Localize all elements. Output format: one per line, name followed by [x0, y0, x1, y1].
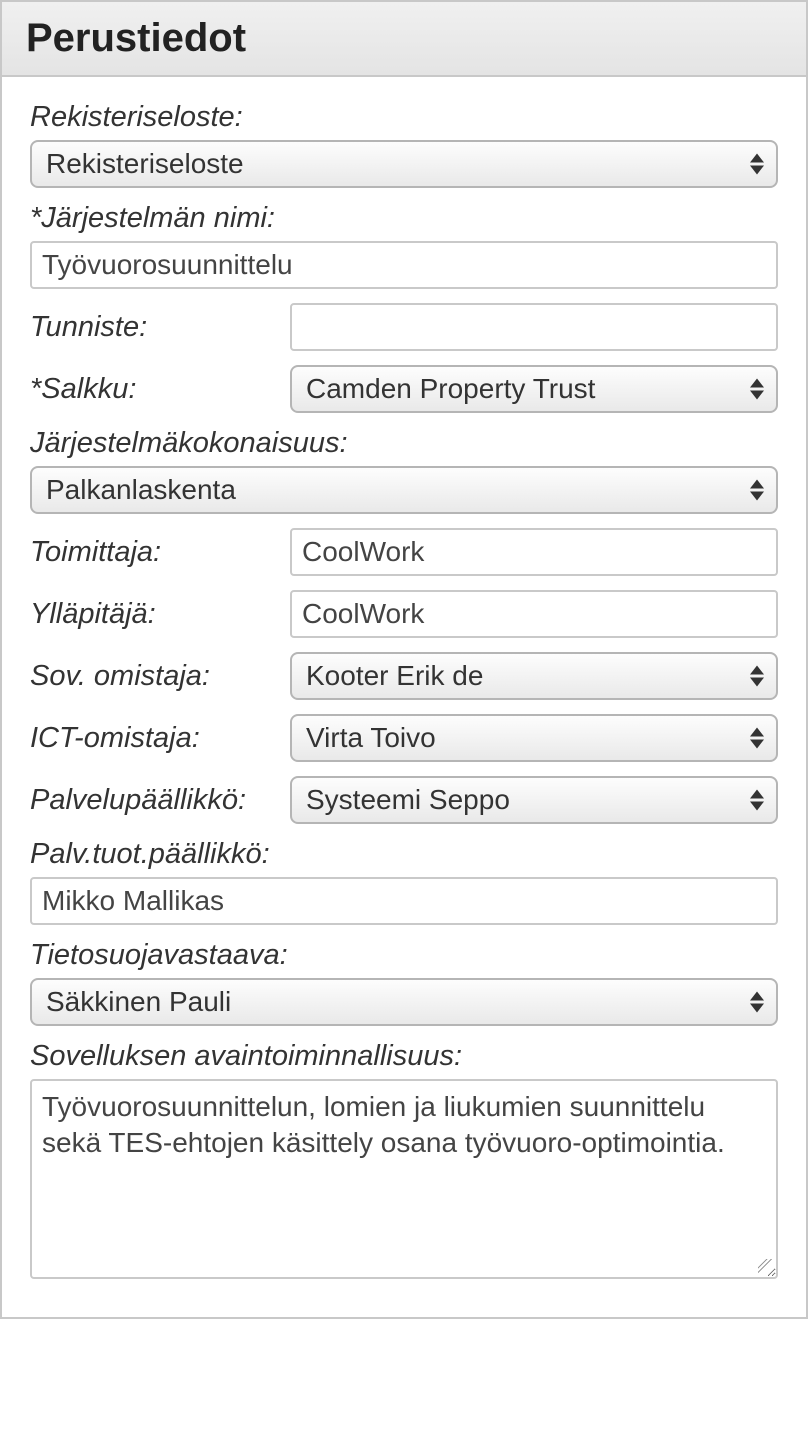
palvelupaallikko-select[interactable]: Systeemi Seppo [290, 776, 778, 824]
updown-icon [750, 154, 764, 175]
salkku-select[interactable]: Camden Property Trust [290, 365, 778, 413]
avaintoiminnallisuus-textarea[interactable]: Työvuorosuunnittelun, lomien ja liukumie… [30, 1079, 778, 1279]
updown-icon [750, 992, 764, 1013]
palv-tuot-paallikko-label: Palv.tuot.päällikkö: [30, 838, 778, 871]
updown-icon [750, 728, 764, 749]
sov-omistaja-value: Kooter Erik de [306, 660, 483, 692]
tietosuojavastaava-select[interactable]: Säkkinen Pauli [30, 978, 778, 1026]
sov-omistaja-label: Sov. omistaja: [30, 660, 280, 693]
sov-omistaja-select[interactable]: Kooter Erik de [290, 652, 778, 700]
salkku-value: Camden Property Trust [306, 373, 595, 405]
updown-icon [750, 480, 764, 501]
jarjestelman-nimi-input[interactable] [30, 241, 778, 289]
updown-icon [750, 379, 764, 400]
yllapitaja-input[interactable] [290, 590, 778, 638]
rekisteriseloste-value: Rekisteriseloste [46, 148, 244, 180]
rekisteriseloste-label: Rekisteriseloste: [30, 101, 778, 134]
updown-icon [750, 666, 764, 687]
page-title: Perustiedot [26, 16, 782, 61]
ict-omistaja-value: Virta Toivo [306, 722, 436, 754]
toimittaja-input[interactable] [290, 528, 778, 576]
yllapitaja-label: Ylläpitäjä: [30, 598, 280, 631]
rekisteriseloste-select[interactable]: Rekisteriseloste [30, 140, 778, 188]
palvelupaallikko-value: Systeemi Seppo [306, 784, 510, 816]
jarjestelmakokonaisuus-value: Palkanlaskenta [46, 474, 236, 506]
tietosuojavastaava-value: Säkkinen Pauli [46, 986, 231, 1018]
panel-body: Rekisteriseloste: Rekisteriseloste *Järj… [2, 77, 806, 1317]
ict-omistaja-select[interactable]: Virta Toivo [290, 714, 778, 762]
ict-omistaja-label: ICT-omistaja: [30, 722, 280, 755]
palvelupaallikko-label: Palvelupäällikkö: [30, 784, 280, 817]
jarjestelmakokonaisuus-select[interactable]: Palkanlaskenta [30, 466, 778, 514]
toimittaja-label: Toimittaja: [30, 536, 280, 569]
salkku-label: *Salkku: [30, 373, 280, 406]
palv-tuot-paallikko-input[interactable] [30, 877, 778, 925]
jarjestelmakokonaisuus-label: Järjestelmäkokonaisuus: [30, 427, 778, 460]
avaintoiminnallisuus-label: Sovelluksen avaintoiminnallisuus: [30, 1040, 778, 1073]
tunniste-input[interactable] [290, 303, 778, 351]
tietosuojavastaava-label: Tietosuojavastaava: [30, 939, 778, 972]
updown-icon [750, 790, 764, 811]
panel-header: Perustiedot [2, 2, 806, 77]
jarjestelman-nimi-label: *Järjestelmän nimi: [30, 202, 778, 235]
tunniste-label: Tunniste: [30, 311, 280, 344]
basic-info-panel: Perustiedot Rekisteriseloste: Rekisteris… [0, 0, 808, 1319]
